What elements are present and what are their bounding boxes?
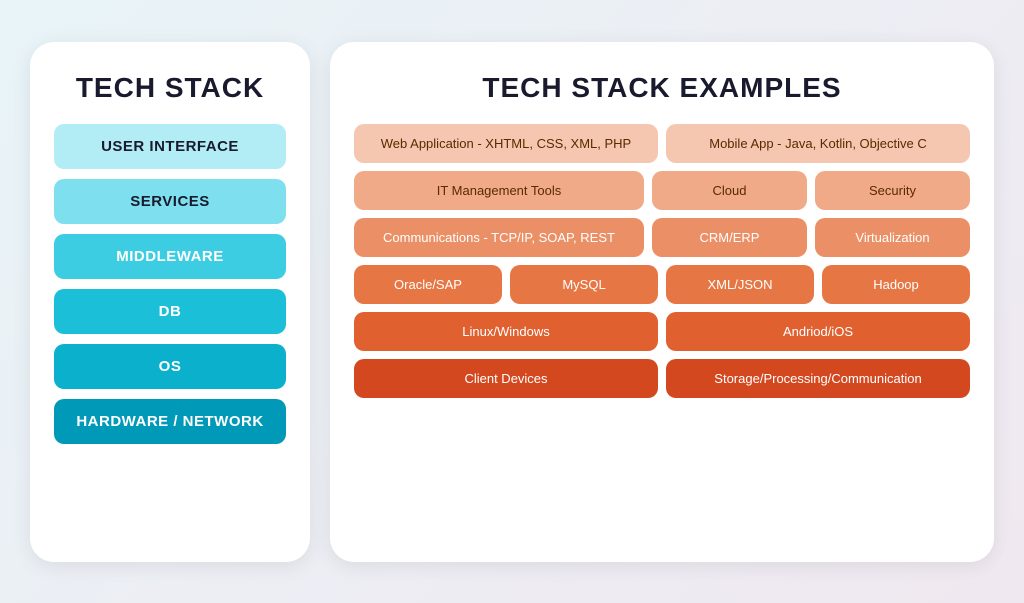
- grid-row-3: Communications - TCP/IP, SOAP, REST CRM/…: [354, 218, 970, 257]
- cell-oracle-sap: Oracle/SAP: [354, 265, 502, 304]
- cell-security: Security: [815, 171, 970, 210]
- cell-cloud: Cloud: [652, 171, 807, 210]
- cell-android-ios: Andriod/iOS: [666, 312, 970, 351]
- stack-item-services: SERVICES: [54, 179, 286, 224]
- right-panel: TECH STACK EXAMPLES Web Application - XH…: [330, 42, 994, 562]
- grid-row-4: Oracle/SAP MySQL XML/JSON Hadoop: [354, 265, 970, 304]
- left-panel-title: TECH STACK: [54, 72, 286, 104]
- stack-items-list: USER INTERFACE SERVICES MIDDLEWARE DB OS…: [54, 124, 286, 532]
- cell-mobile-app: Mobile App - Java, Kotlin, Objective C: [666, 124, 970, 163]
- cell-virtualization: Virtualization: [815, 218, 970, 257]
- cell-linux-windows: Linux/Windows: [354, 312, 658, 351]
- cell-storage-processing: Storage/Processing/Communication: [666, 359, 970, 398]
- stack-item-middleware: MIDDLEWARE: [54, 234, 286, 279]
- cell-it-mgmt: IT Management Tools: [354, 171, 644, 210]
- stack-item-os: OS: [54, 344, 286, 389]
- stack-item-db: DB: [54, 289, 286, 334]
- cell-client-devices: Client Devices: [354, 359, 658, 398]
- cell-mysql: MySQL: [510, 265, 658, 304]
- stack-item-ui: USER INTERFACE: [54, 124, 286, 169]
- grid-row-2: IT Management Tools Cloud Security: [354, 171, 970, 210]
- grid-row-1: Web Application - XHTML, CSS, XML, PHP M…: [354, 124, 970, 163]
- examples-grid: Web Application - XHTML, CSS, XML, PHP M…: [354, 124, 970, 532]
- cell-crmerp: CRM/ERP: [652, 218, 807, 257]
- grid-row-5: Linux/Windows Andriod/iOS: [354, 312, 970, 351]
- right-panel-title: TECH STACK EXAMPLES: [354, 72, 970, 104]
- stack-item-hardware: HARDWARE / NETWORK: [54, 399, 286, 444]
- cell-xmljson: XML/JSON: [666, 265, 814, 304]
- cell-communications: Communications - TCP/IP, SOAP, REST: [354, 218, 644, 257]
- cell-hadoop: Hadoop: [822, 265, 970, 304]
- left-panel: TECH STACK USER INTERFACE SERVICES MIDDL…: [30, 42, 310, 562]
- cell-web-app: Web Application - XHTML, CSS, XML, PHP: [354, 124, 658, 163]
- grid-row-6: Client Devices Storage/Processing/Commun…: [354, 359, 970, 398]
- main-container: TECH STACK USER INTERFACE SERVICES MIDDL…: [0, 0, 1024, 603]
